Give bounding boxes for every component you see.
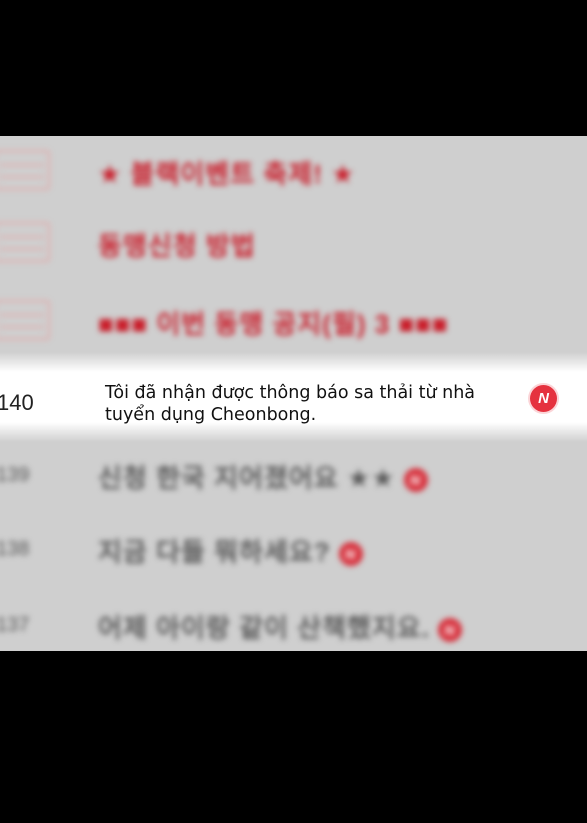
post-title: 지금 다들 뭐하세요? N	[98, 532, 363, 569]
list-item[interactable]: ■■■ 이번 동맹 공지(필) 3 ■■■	[0, 286, 587, 358]
post-title-text: 어제 아이랑 같이 산책했지요.	[98, 613, 430, 643]
list-item[interactable]: 139 신청 한국 지어졌어요 ★★ N	[0, 440, 587, 512]
new-badge-icon: N	[338, 542, 363, 567]
list-item[interactable]: 137 어제 아이랑 같이 산책했지요. N	[0, 590, 587, 651]
post-number: 139	[0, 464, 30, 486]
list-item[interactable]: 동맹신청 방법	[0, 208, 587, 280]
post-title: ★ 블랙이벤트 축제! ★	[98, 159, 356, 189]
post-title: 동맹신청 방법	[98, 231, 256, 261]
post-number: 137	[0, 614, 30, 636]
new-badge-icon: N	[403, 468, 428, 493]
post-number: 138	[0, 538, 30, 560]
thumbnail-icon	[0, 300, 50, 340]
highlighted-post-number: 140	[0, 390, 34, 415]
post-title: 어제 아이랑 같이 산책했지요. N	[98, 608, 462, 645]
list-item[interactable]: 138 지금 다들 뭐하세요? N	[0, 514, 587, 586]
highlighted-post-title[interactable]: Tôi đã nhận được thông báo sa thải từ nh…	[105, 382, 515, 426]
thumbnail-icon	[0, 222, 50, 262]
post-title-text: 지금 다들 뭐하세요?	[98, 537, 331, 567]
post-title: 신청 한국 지어졌어요 ★★ N	[98, 458, 428, 495]
post-title-text: 신청 한국 지어졌어요 ★★	[98, 463, 396, 493]
new-badge-icon: N	[437, 618, 462, 643]
thumbnail-icon	[0, 150, 50, 190]
new-badge-icon: N	[530, 385, 557, 412]
list-item[interactable]: ★ 블랙이벤트 축제! ★	[0, 136, 587, 208]
post-title: ■■■ 이번 동맹 공지(필) 3 ■■■	[98, 309, 449, 339]
